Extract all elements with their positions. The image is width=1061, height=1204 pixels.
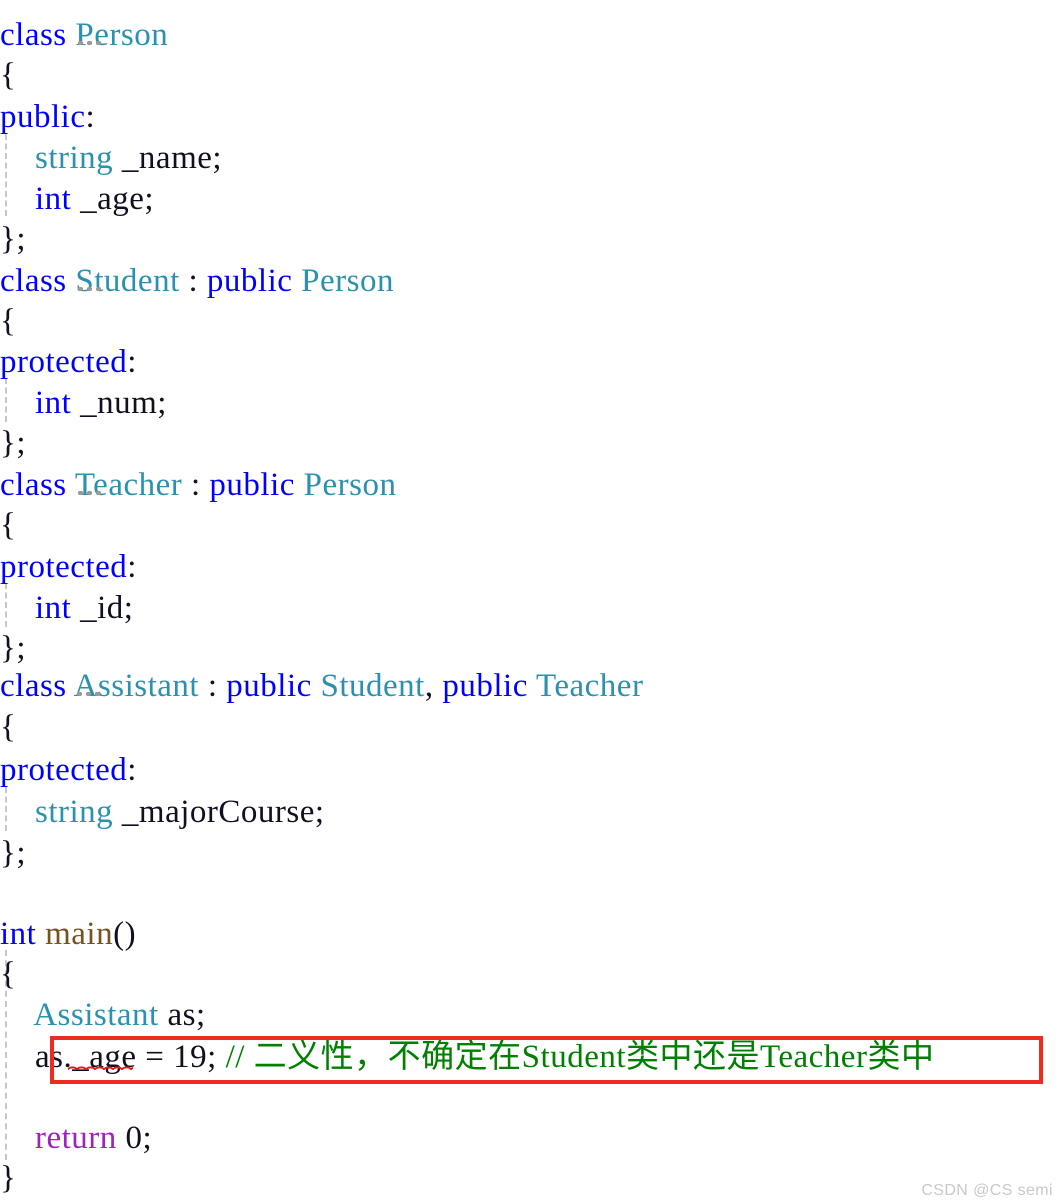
- code-token-ident: as.: [35, 1039, 73, 1075]
- code-token-punct: ;: [207, 1039, 226, 1075]
- code-token-ident: _id;: [71, 590, 134, 626]
- code-token-punct: =: [136, 1039, 174, 1075]
- code-token-ident: _age;: [71, 181, 155, 217]
- code-token-keyword: protected: [0, 344, 128, 380]
- code-token-punct: {: [0, 507, 17, 543]
- code-token-type: Person: [301, 263, 394, 299]
- code-token-type: Student: [320, 668, 425, 704]
- code-token-ident: as;: [158, 997, 206, 1033]
- code-token-keyword: protected: [0, 549, 128, 585]
- code-token-control: return: [35, 1120, 117, 1156]
- code-token-punct: };: [0, 221, 27, 257]
- code-token-punct: };: [0, 425, 27, 461]
- code-token-punct: :: [127, 549, 137, 585]
- code-token-punct: {: [0, 57, 17, 93]
- code-token-type: Teacher: [74, 467, 183, 503]
- code-token-keyword: int: [35, 181, 72, 217]
- code-token-type: Person: [303, 467, 397, 503]
- code-token-type: Assistant: [73, 668, 200, 704]
- code-token-keyword: int: [35, 590, 72, 626]
- code-token-punct: :: [85, 99, 96, 135]
- code-token-punct: :: [127, 752, 137, 788]
- code-token-punct: ;: [142, 1120, 153, 1156]
- code-token-type: Person: [75, 17, 169, 53]
- code-token-keyword: int: [35, 385, 72, 421]
- code-token-keyword: public: [0, 99, 86, 135]
- code-token-keyword: class: [0, 467, 67, 503]
- code-token-type: Assistant: [33, 997, 159, 1033]
- code-token-keyword: class: [0, 263, 67, 299]
- code-token-func: main: [45, 916, 114, 952]
- code-token-keyword: public: [226, 668, 312, 704]
- code-line[interactable]: }: [0, 1153, 1061, 1203]
- code-token-punct: {: [0, 709, 17, 745]
- code-token-keyword: public: [209, 467, 295, 503]
- code-token-punct: :: [179, 263, 207, 299]
- code-token-ident: _majorCourse;: [113, 794, 325, 830]
- code-token-punct: };: [0, 835, 27, 871]
- code-editor-surface: class Person { public: string _name; int _…: [0, 0, 1061, 1204]
- code-token-punct: ,: [424, 668, 443, 704]
- code-token-punct: :: [199, 668, 227, 704]
- code-token-punct: :: [127, 344, 137, 380]
- code-token-punct: {: [0, 303, 17, 339]
- code-token-type: string: [35, 794, 114, 830]
- code-token-punct: {: [0, 956, 17, 992]
- code-token-keyword: class: [0, 17, 67, 53]
- code-token-punct: :: [182, 467, 210, 503]
- code-token-punct: (): [113, 916, 137, 952]
- code-token-type: string: [35, 140, 114, 176]
- code-token-number: 19: [173, 1039, 208, 1075]
- code-token-keyword: class: [0, 668, 67, 704]
- code-token-type: Teacher: [536, 668, 644, 704]
- code-token-keyword: public: [206, 263, 293, 299]
- code-token-number: 0: [125, 1120, 143, 1156]
- code-token-comment: // 二义性，不确定在Student类中还是Teacher类中: [225, 1039, 935, 1075]
- csdn-watermark: CSDN @CS semi: [921, 1182, 1053, 1199]
- code-token-type: Student: [75, 263, 180, 299]
- code-token-keyword: int: [0, 916, 37, 952]
- code-token-keyword: protected: [0, 752, 128, 788]
- code-token-keyword: public: [442, 668, 528, 704]
- code-token-punct: }: [0, 1160, 17, 1196]
- code-token-ident: _name;: [113, 140, 223, 176]
- code-token-ident: _age: [72, 1039, 137, 1075]
- code-token-ident: _num;: [71, 385, 167, 421]
